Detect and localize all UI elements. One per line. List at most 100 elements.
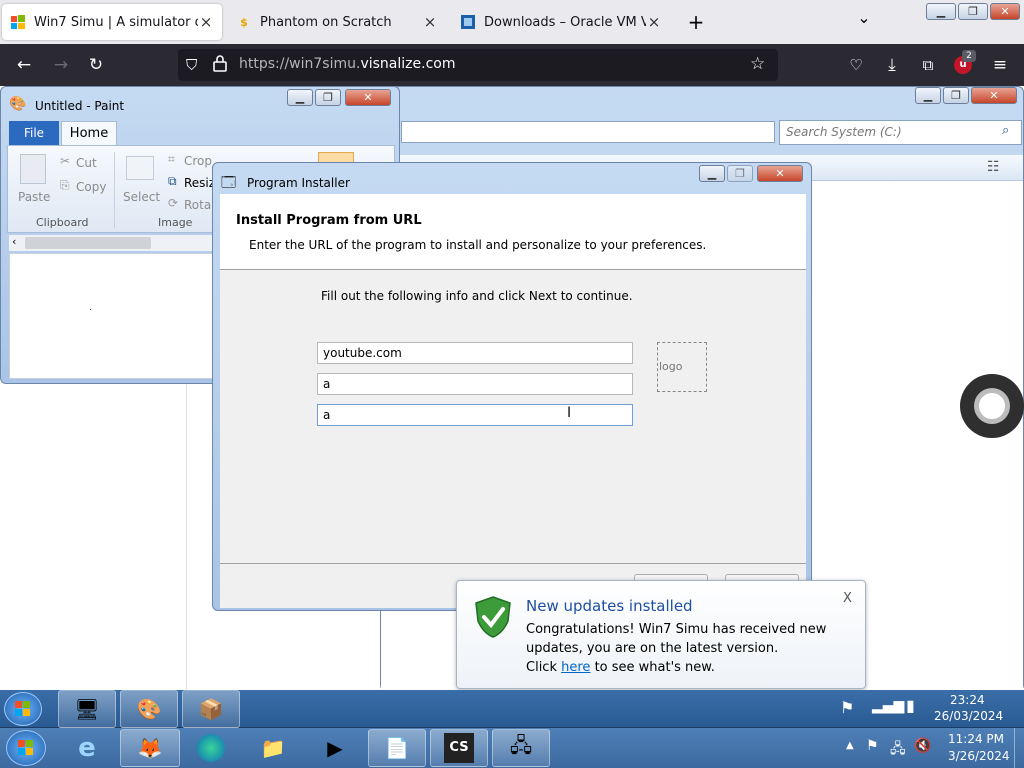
horizontal-scrollbar[interactable]: ‹: [9, 235, 217, 251]
minimize-button[interactable]: ▁: [915, 87, 941, 104]
tab-win7simu[interactable]: Win7 Simu | A simulator of Wind ×: [2, 4, 222, 40]
maximize-button[interactable]: ❐: [315, 89, 341, 106]
security-shield-icon: [473, 595, 513, 642]
internet-explorer-icon[interactable]: e: [58, 729, 116, 767]
cut-button[interactable]: Cut: [76, 156, 97, 170]
edge-icon[interactable]: [182, 729, 240, 767]
close-tab-icon[interactable]: ×: [198, 13, 214, 31]
host-clock-date[interactable]: 3/26/2024: [948, 749, 1010, 763]
cs-app-taskbar-icon[interactable]: CS: [430, 729, 488, 767]
setup-icon: 🖧: [509, 733, 533, 757]
back-arrow-icon[interactable]: ←: [12, 54, 36, 76]
view-options-icon[interactable]: ☷: [987, 159, 1000, 175]
rotate-button[interactable]: Rota: [184, 198, 211, 212]
maximize-button[interactable]: ❐: [958, 3, 988, 20]
close-tab-icon[interactable]: ×: [422, 13, 438, 31]
scroll-left-icon[interactable]: ‹: [12, 235, 16, 248]
search-box[interactable]: Search System (C:) ⌕: [779, 120, 1022, 145]
minimize-button[interactable]: ▁: [926, 3, 956, 20]
lock-icon[interactable]: [213, 54, 227, 76]
minimize-button[interactable]: ▁: [699, 165, 725, 182]
show-hidden-icons[interactable]: ▲: [846, 740, 854, 751]
search-input[interactable]: Search System (C:): [786, 125, 902, 139]
tab-file[interactable]: File: [9, 121, 59, 145]
scrollbar-thumb[interactable]: [25, 237, 151, 249]
start-orb-icon[interactable]: [4, 692, 42, 726]
downloads-icon[interactable]: ⤓: [880, 54, 904, 76]
volume-muted-icon[interactable]: 🔇: [914, 738, 931, 754]
maximize-button[interactable]: ❐: [943, 87, 969, 104]
media-player-icon[interactable]: ▶: [306, 729, 364, 767]
computer-taskbar-icon[interactable]: 🖥: [58, 690, 116, 728]
url-field[interactable]: youtube.com: [317, 342, 633, 364]
forward-arrow-icon[interactable]: →: [49, 54, 73, 76]
clipboard-group-label: Clipboard: [36, 216, 89, 229]
shield-icon[interactable]: ⛉: [186, 56, 197, 74]
installer-host-taskbar-icon[interactable]: 🖧: [492, 729, 550, 767]
pocket-icon[interactable]: ♡: [844, 54, 868, 76]
clock-time[interactable]: 23:24: [950, 693, 985, 707]
crop-icon: ⌗: [168, 152, 175, 166]
tab-downloads-virtualbox[interactable]: Downloads – Oracle VM Virtual ×: [452, 4, 670, 40]
new-tab-button[interactable]: +: [684, 10, 708, 34]
reload-icon[interactable]: ↻: [84, 54, 108, 76]
clock-date[interactable]: 26/03/2024: [934, 709, 1003, 723]
firefox-taskbar-icon[interactable]: 🦊: [120, 729, 180, 767]
select-button[interactable]: Select: [123, 190, 160, 204]
close-button[interactable]: ✕: [971, 87, 1017, 104]
floating-action-button[interactable]: [960, 374, 1024, 438]
list-all-tabs-button[interactable]: ⌄: [852, 6, 876, 30]
hamburger-menu-icon[interactable]: ≡: [988, 54, 1012, 76]
notification-close-button[interactable]: X: [843, 591, 852, 606]
description-field[interactable]: a: [317, 404, 633, 426]
folder-icon: 📁: [260, 736, 286, 760]
close-button[interactable]: ✕: [757, 165, 803, 182]
installer-taskbar-icon[interactable]: 📦: [182, 690, 240, 728]
copy-button[interactable]: Copy: [76, 180, 106, 194]
tab-home[interactable]: Home: [61, 121, 117, 146]
action-center-flag-icon[interactable]: ⚑: [840, 698, 854, 717]
extensions-icon[interactable]: ⧉: [916, 54, 940, 76]
show-desktop-button[interactable]: [1014, 728, 1024, 768]
palette-icon: 🎨: [136, 697, 162, 721]
scratch-logo-icon: $: [240, 15, 248, 29]
url-bar[interactable]: ⛉ https://win7simu.visnalize.com ☆: [178, 49, 778, 81]
address-bar[interactable]: [401, 121, 775, 143]
network-icon[interactable]: 🖧: [890, 738, 906, 762]
explorer-nav-divider: [186, 380, 187, 690]
resize-button[interactable]: Resiz: [184, 176, 215, 190]
battery-icon[interactable]: ▮: [906, 696, 915, 715]
network-signal-icon[interactable]: ▂▄▆: [872, 698, 904, 714]
maximize-button[interactable]: ❐: [727, 165, 753, 182]
notepad-taskbar-icon[interactable]: 📄: [368, 729, 426, 767]
notepad-icon: 📄: [384, 736, 410, 760]
search-icon[interactable]: ⌕: [1002, 123, 1009, 138]
file-explorer-icon[interactable]: 📁: [244, 729, 302, 767]
notification-line1: Congratulations! Win7 Simu has received …: [526, 622, 827, 637]
paint-canvas[interactable]: [9, 253, 217, 379]
resize-icon: ⧉: [168, 174, 177, 188]
tab-title: Phantom on Scratch: [260, 14, 392, 30]
paint-taskbar-icon[interactable]: 🎨: [120, 690, 178, 728]
tab-phantom-scratch[interactable]: $ Phantom on Scratch ×: [228, 4, 446, 40]
flag-icon[interactable]: ⚑: [866, 738, 879, 754]
browser-nav-bar: ← → ↻ ⛉ https://win7simu.visnalize.com ☆…: [0, 44, 1024, 86]
name-field[interactable]: a: [317, 373, 633, 395]
host-taskbar: e 🦊 📁 ▶ 📄 CS 🖧 ▲ ⚑ 🖧 🔇 11:24 PM 3/26/202…: [0, 728, 1024, 768]
update-notification: New updates installed Congratulations! W…: [456, 580, 866, 689]
bookmark-star-icon[interactable]: ☆: [750, 54, 765, 74]
rotate-icon: ⟳: [168, 196, 179, 210]
minimize-button[interactable]: ▁: [287, 89, 313, 106]
logo-placeholder[interactable]: logo: [657, 342, 707, 392]
notification-line3: Click here to see what's new.: [526, 660, 715, 675]
close-button[interactable]: ✕: [990, 3, 1020, 20]
close-button[interactable]: ✕: [345, 89, 391, 106]
close-tab-icon[interactable]: ×: [646, 13, 662, 31]
host-start-orb-icon[interactable]: [6, 730, 46, 766]
paint-app-icon: 🎨: [9, 96, 27, 112]
paste-button[interactable]: Paste: [18, 190, 50, 204]
whats-new-link[interactable]: here: [561, 660, 590, 675]
crop-button[interactable]: Crop: [184, 154, 212, 168]
host-clock-time[interactable]: 11:24 PM: [948, 732, 1004, 746]
url-text: https://win7simu.visnalize.com: [239, 56, 456, 72]
